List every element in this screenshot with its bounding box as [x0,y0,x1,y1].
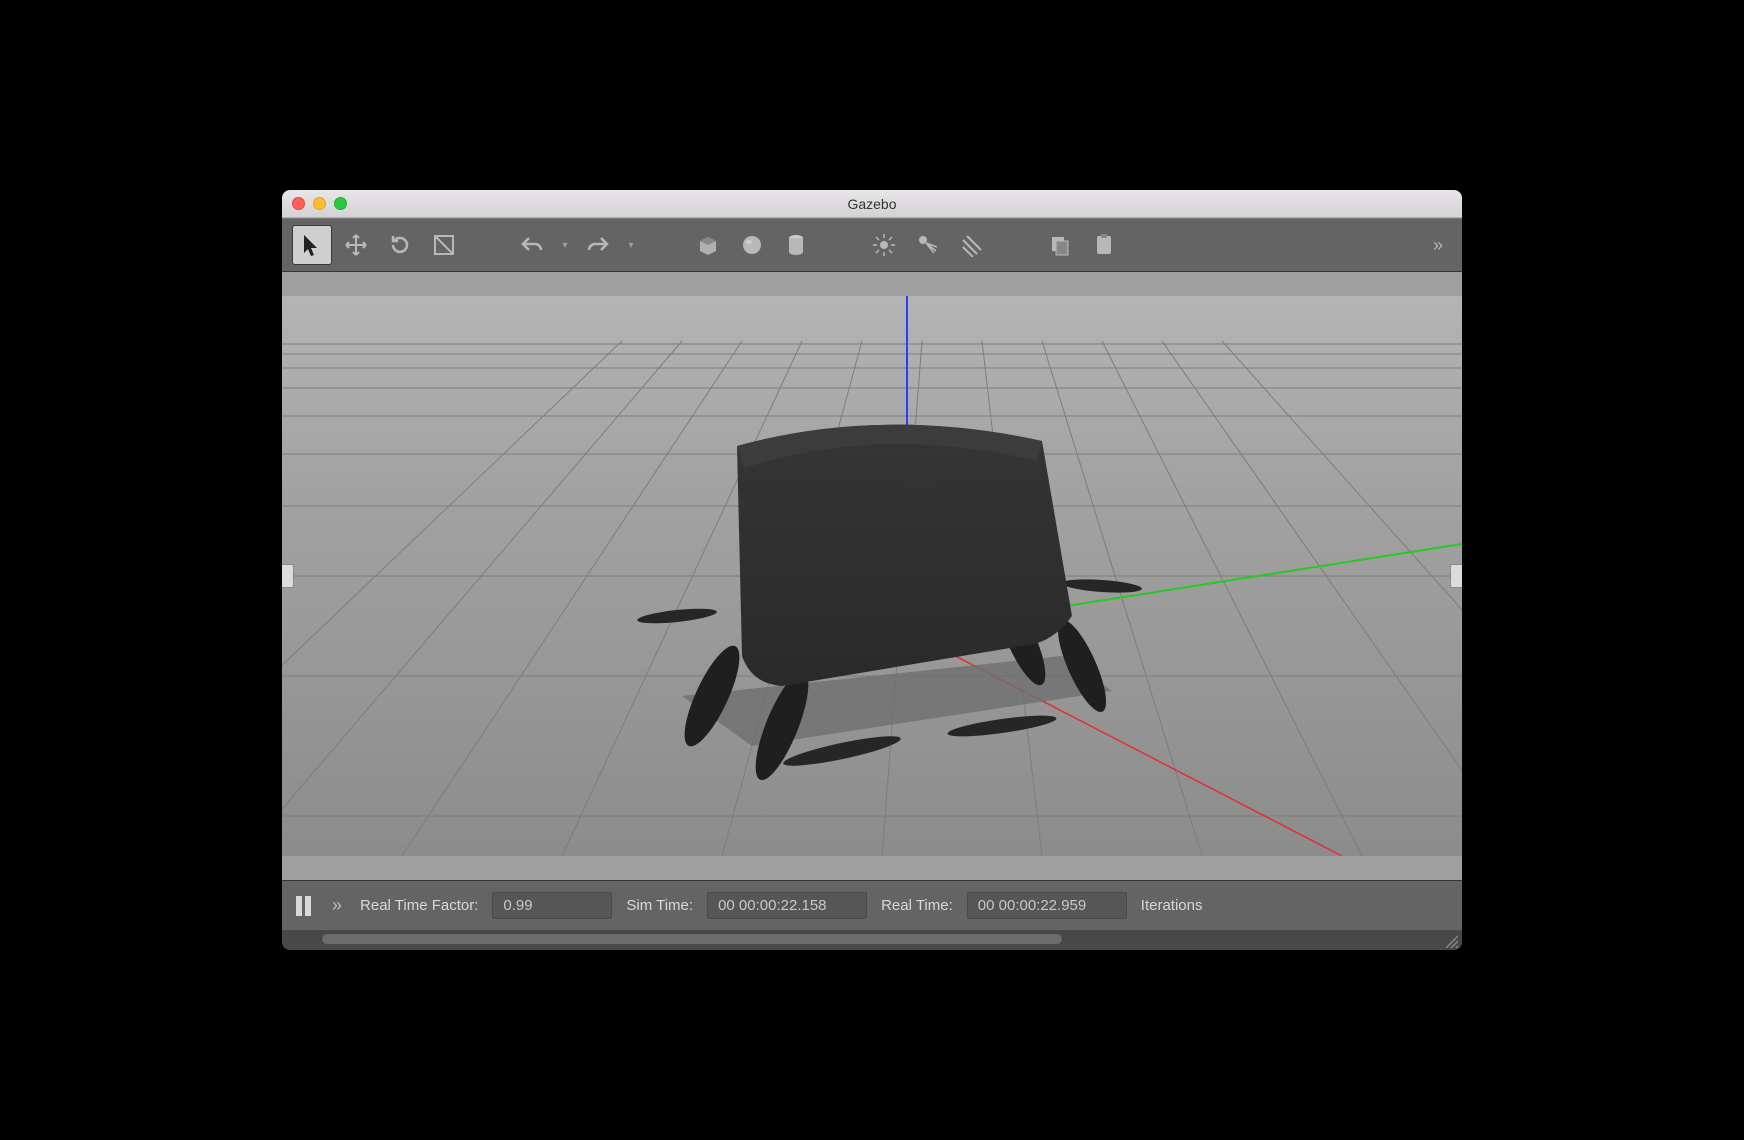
paste-icon [1092,233,1116,257]
rotate-icon [388,233,412,257]
cube-icon [696,233,720,257]
maximize-icon[interactable] [334,197,347,210]
redo-button[interactable] [578,225,618,265]
pause-icon [296,896,302,916]
toolbar-overflow-button[interactable]: » [1422,235,1452,256]
titlebar[interactable]: Gazebo [282,190,1462,218]
undo-icon [520,233,544,257]
minimize-icon[interactable] [313,197,326,210]
spot-light-icon [916,233,940,257]
translate-button[interactable] [336,225,376,265]
cylinder-icon [784,233,808,257]
directional-light-button[interactable] [952,225,992,265]
move-icon [344,233,368,257]
select-button[interactable] [292,225,332,265]
redo-dropdown[interactable]: ▾ [622,240,640,251]
point-light-icon [872,233,896,257]
window-title: Gazebo [282,196,1462,212]
status-bar: » Real Time Factor: 0.99 Sim Time: 00 00… [282,880,1462,930]
directional-light-icon [960,233,984,257]
sim-time-label: Sim Time: [626,897,693,914]
iterations-label: Iterations [1141,897,1203,914]
viewport[interactable] [282,272,1462,880]
scale-icon [432,233,456,257]
scene-render [282,272,1462,880]
resize-grip-icon[interactable] [1442,932,1458,948]
scale-button[interactable] [424,225,464,265]
box-button[interactable] [688,225,728,265]
undo-dropdown[interactable]: ▾ [556,240,574,251]
scrollbar-thumb[interactable] [322,934,1062,944]
horizontal-scrollbar[interactable] [282,930,1462,950]
rtf-value: 0.99 [492,892,612,919]
spot-light-button[interactable] [908,225,948,265]
rotate-button[interactable] [380,225,420,265]
copy-button[interactable] [1040,225,1080,265]
sim-time-value: 00 00:00:22.158 [707,892,867,919]
toolbar: ▾ ▾ » [282,218,1462,272]
pause-button[interactable] [296,896,318,916]
left-panel-toggle[interactable] [282,564,294,588]
redo-icon [586,233,610,257]
sphere-button[interactable] [732,225,772,265]
point-light-button[interactable] [864,225,904,265]
sphere-icon [740,233,764,257]
undo-button[interactable] [512,225,552,265]
cylinder-button[interactable] [776,225,816,265]
status-expand-button[interactable]: » [332,895,340,916]
gazebo-window: Gazebo ▾ ▾ [282,190,1462,950]
close-icon[interactable] [292,197,305,210]
real-time-value: 00 00:00:22.959 [967,892,1127,919]
paste-button[interactable] [1084,225,1124,265]
window-controls [292,197,347,210]
rtf-label: Real Time Factor: [360,897,478,914]
cursor-icon [300,233,324,257]
real-time-label: Real Time: [881,897,953,914]
right-panel-toggle[interactable] [1450,564,1462,588]
copy-icon [1048,233,1072,257]
